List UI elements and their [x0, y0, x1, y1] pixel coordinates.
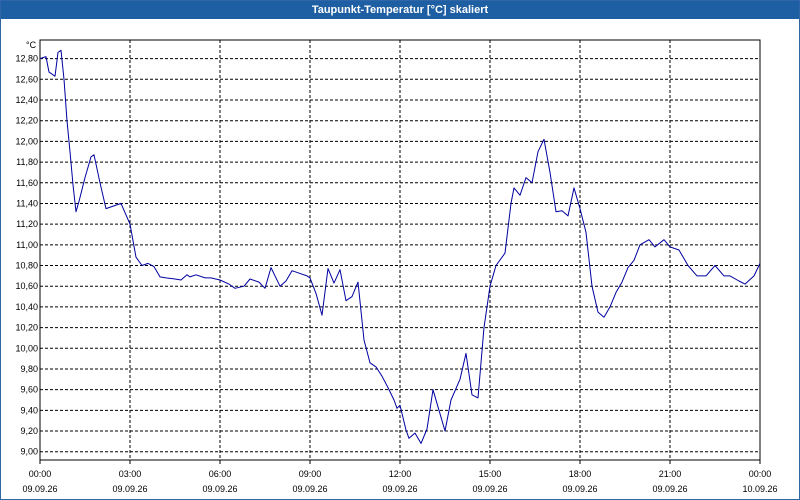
x-tick-time: 18:00 [569, 469, 592, 479]
x-tick-date: 10.09.26 [742, 484, 777, 494]
y-axis-unit: °C [26, 40, 37, 50]
x-tick-date: 09.09.26 [202, 484, 237, 494]
x-tick-date: 09.09.26 [472, 484, 507, 494]
y-tick-label: 11,20 [16, 219, 38, 229]
x-tick-date: 09.09.26 [292, 484, 327, 494]
y-tick-label: 11,60 [16, 178, 38, 188]
x-tick-date: 09.09.26 [652, 484, 687, 494]
y-tick-label: 10,40 [15, 302, 38, 312]
y-tick-label: 10,00 [15, 343, 38, 353]
y-tick-label: 12,60 [15, 74, 38, 84]
x-axis-labels: 00:00 09.09.26 03:00 09.09.26 06:00 09.09.26 0… [22, 469, 777, 494]
x-tick-time: 00:00 [29, 469, 52, 479]
y-tick-label: 9,20 [20, 426, 38, 436]
y-tick-label: 9,80 [20, 364, 38, 374]
y-tick-label: 9,40 [20, 405, 38, 415]
y-tick-label: 12,20 [15, 116, 38, 126]
y-tick-label: 10,60 [15, 281, 38, 291]
x-tick-date: 09.09.26 [382, 484, 417, 494]
y-axis-labels: 12,80 12,60 12,40 12,20 12,00 11,80 11,60 11,40… [15, 54, 38, 457]
chart-svg: 12,80 12,60 12,40 12,20 12,00 11,80 11,60 11,40… [15, 39, 778, 494]
x-tick-time: 15:00 [479, 469, 502, 479]
x-tick-date: 09.09.26 [22, 484, 57, 494]
x-tick-time: 06:00 [209, 469, 232, 479]
y-tick-label: 12,80 [15, 54, 38, 64]
y-tick-label: 9,00 [20, 447, 38, 457]
y-tick-label: 10,80 [15, 261, 38, 271]
y-tick-label: 11,00 [16, 240, 38, 250]
x-tick-time: 21:00 [659, 469, 682, 479]
x-tick-time: 09:00 [299, 469, 322, 479]
y-tick-label: 11,40 [16, 198, 38, 208]
y-tick-label: 12,00 [15, 136, 38, 146]
y-tick-label: 11,80 [16, 157, 38, 167]
x-tick-time: 00:00 [749, 469, 772, 479]
y-tick-label: 9,60 [20, 385, 38, 395]
x-tick-date: 09.09.26 [112, 484, 147, 494]
x-tick-date: 09.09.26 [562, 484, 597, 494]
y-tick-label: 12,40 [15, 95, 38, 105]
y-tick-label: 10,20 [15, 323, 38, 333]
x-tick-time: 03:00 [119, 469, 142, 479]
x-tick-time: 12:00 [389, 469, 412, 479]
